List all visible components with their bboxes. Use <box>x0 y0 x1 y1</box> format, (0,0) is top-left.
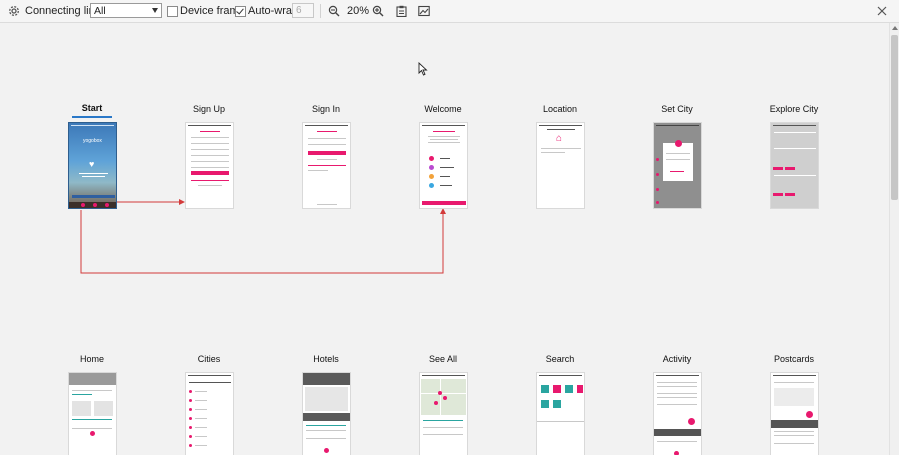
screen-label-hotels[interactable]: Hotels <box>266 354 386 364</box>
zoom-level: 20% <box>347 5 370 17</box>
chevron-down-icon <box>152 8 158 13</box>
screen-label-sign-up[interactable]: Sign Up <box>149 104 269 114</box>
screen-thumb-see-all[interactable] <box>419 372 468 455</box>
connecting-lines-value: All <box>94 5 106 17</box>
screen-thumb-sign-up[interactable] <box>185 122 234 209</box>
screen-label-see-all[interactable]: See All <box>383 354 503 364</box>
screen-thumb-start[interactable]: yogobox ♥ <box>68 122 117 209</box>
screen-label-welcome[interactable]: Welcome <box>383 104 503 114</box>
screen-label-cities[interactable]: Cities <box>149 354 269 364</box>
storyboard-canvas[interactable]: Start Sign Up Sign In Welcome Location S… <box>0 23 889 455</box>
clipboard-icon[interactable] <box>396 0 407 22</box>
screen-thumb-postcards[interactable] <box>770 372 819 455</box>
zoom-out-icon[interactable] <box>328 0 340 22</box>
screen-thumb-welcome[interactable] <box>419 122 468 209</box>
screen-thumb-hotels[interactable] <box>302 372 351 455</box>
screen-label-search[interactable]: Search <box>500 354 620 364</box>
wrap-count-input[interactable]: 6 <box>292 3 314 18</box>
connecting-lines-select[interactable]: All <box>90 3 162 18</box>
device-frame-checkbox[interactable] <box>167 6 178 17</box>
start-brand-text: yogobox <box>83 138 102 144</box>
screen-thumb-explore-city[interactable] <box>770 122 819 209</box>
home-icon: ⌂ <box>556 133 563 144</box>
screen-label-explore-city[interactable]: Explore City <box>734 104 854 114</box>
screen-thumb-activity[interactable] <box>653 372 702 455</box>
toolbar: Connecting lines All Device frame Auto-w… <box>0 0 899 23</box>
screen-thumb-set-city[interactable] <box>653 122 702 209</box>
heart-icon: ♥ <box>89 159 95 169</box>
screen-thumb-location[interactable]: ⌂ <box>536 122 585 209</box>
toolbar-divider <box>320 4 321 18</box>
gear-icon[interactable] <box>8 0 20 22</box>
screen-thumb-search[interactable] <box>536 372 585 455</box>
status-bar <box>71 125 114 126</box>
scrollbar-thumb[interactable] <box>891 35 898 200</box>
auto-wrap-label[interactable]: Auto-wrap <box>248 0 298 22</box>
screen-label-postcards[interactable]: Postcards <box>734 354 854 364</box>
auto-wrap-checkbox[interactable] <box>235 6 246 17</box>
vertical-scrollbar[interactable] <box>889 23 899 455</box>
screen-label-home[interactable]: Home <box>32 354 152 364</box>
social-button <box>72 195 115 198</box>
screen-thumb-cities[interactable] <box>185 372 234 455</box>
close-icon[interactable] <box>877 0 887 22</box>
mouse-cursor-icon <box>418 62 428 76</box>
screen-thumb-sign-in[interactable] <box>302 122 351 209</box>
screen-label-location[interactable]: Location <box>500 104 620 114</box>
screen-label-set-city[interactable]: Set City <box>617 104 737 114</box>
image-export-icon[interactable] <box>418 0 430 22</box>
modal <box>663 143 693 181</box>
screen-label-activity[interactable]: Activity <box>617 354 737 364</box>
screen-label-sign-in[interactable]: Sign In <box>266 104 386 114</box>
screen-label-start[interactable]: Start <box>32 103 152 113</box>
zoom-in-icon[interactable] <box>372 0 384 22</box>
scroll-up-icon[interactable] <box>892 26 898 30</box>
screen-thumb-home[interactable] <box>68 372 117 455</box>
selected-underline <box>72 116 112 118</box>
